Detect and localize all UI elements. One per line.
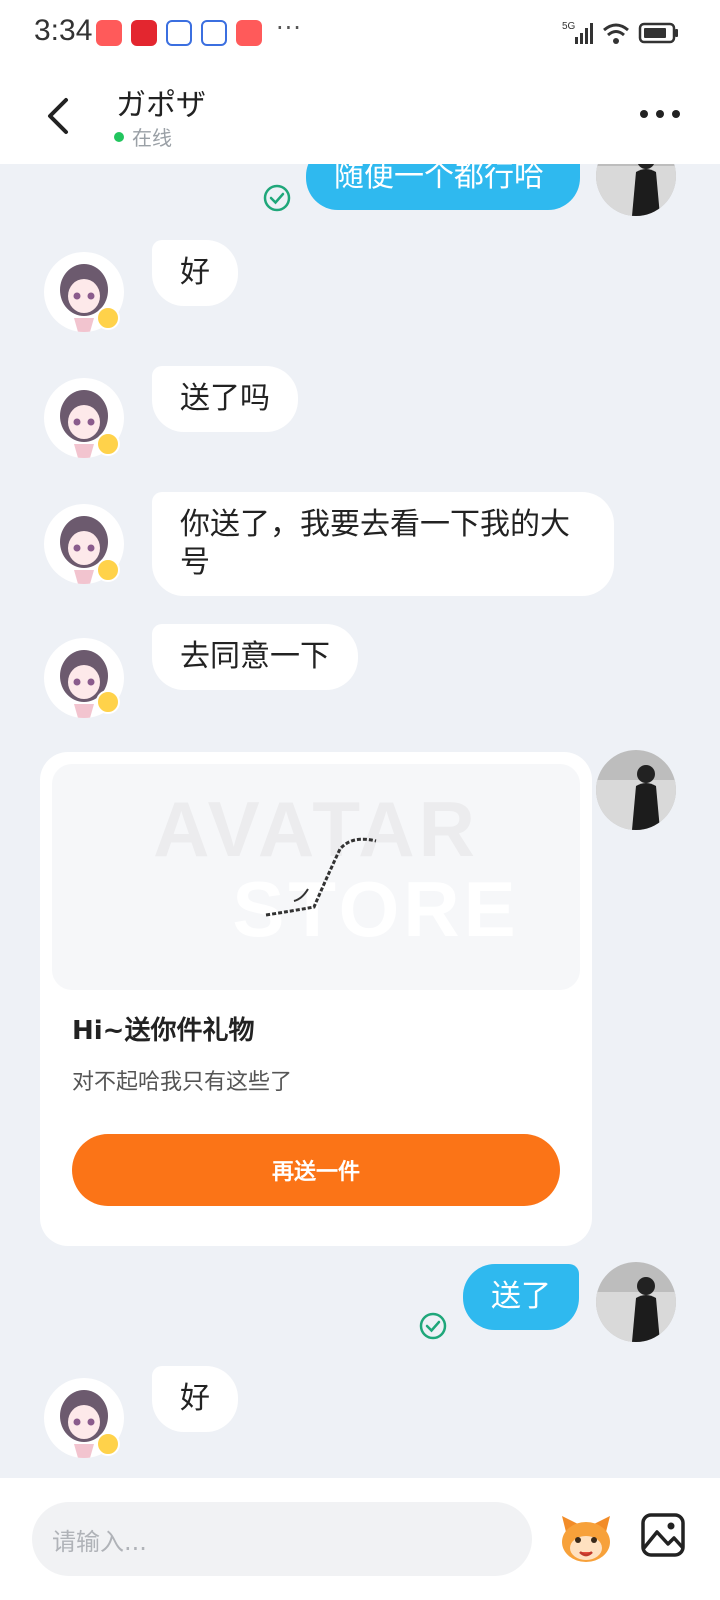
- contact-name[interactable]: ガポザ: [116, 80, 206, 124]
- message-text: 好: [180, 255, 210, 290]
- online-status: 在线: [114, 122, 172, 151]
- gift-item-icon: [265, 837, 377, 917]
- notification-app-icon: [96, 20, 122, 46]
- avatar-photo: [596, 164, 676, 216]
- emoji-badge-icon: [96, 558, 120, 582]
- more-options-button[interactable]: [640, 102, 680, 126]
- gift-card[interactable]: AVATAR STORE Hi~送你件礼物 对不起哈我只有这些了 再送一件: [40, 752, 592, 1246]
- status-bar: 3:34 ··· 5G: [0, 0, 720, 68]
- image-icon: [641, 1513, 685, 1557]
- back-arrow-icon: [48, 98, 68, 134]
- message-text: 好: [180, 1381, 210, 1416]
- my-avatar[interactable]: [596, 164, 676, 216]
- notification-app-icon: [166, 20, 192, 46]
- message-bubble-incoming[interactable]: 好: [152, 240, 238, 306]
- read-check-icon: [419, 1312, 447, 1340]
- message-bubble-incoming[interactable]: 好: [152, 1366, 238, 1432]
- message-bubble-incoming[interactable]: 去同意一下: [152, 624, 358, 690]
- message-input[interactable]: 请输入...: [32, 1502, 532, 1576]
- message-text: 随便一个都行哈: [334, 164, 544, 194]
- read-check-icon: [263, 184, 291, 212]
- my-avatar[interactable]: [596, 750, 676, 830]
- message-bubble-outgoing[interactable]: 送了: [463, 1264, 579, 1330]
- message-text: 送了吗: [180, 381, 270, 416]
- system-status-icons: 5G: [562, 21, 678, 44]
- message-list[interactable]: 随便一个都行哈 好 送了吗 你送了，我要去看一下我的大号 去同意一下 AVATA…: [0, 164, 720, 1478]
- gift-image: AVATAR STORE: [52, 764, 580, 990]
- my-avatar[interactable]: [596, 1262, 676, 1342]
- emoji-badge-icon: [96, 306, 120, 330]
- online-dot-icon: [114, 131, 124, 142]
- online-status-label: 在线: [132, 126, 172, 150]
- message-text: 送了: [491, 1279, 551, 1314]
- notification-app-icon: [131, 20, 157, 46]
- status-more: ···: [276, 14, 302, 42]
- network-type: 5G: [562, 21, 576, 32]
- gift-subtitle: 对不起哈我只有这些了: [72, 1070, 293, 1095]
- back-button[interactable]: [40, 92, 80, 140]
- more-icon: [640, 110, 648, 118]
- gift-title: Hi~送你件礼物: [72, 1016, 255, 1046]
- status-time: 3:34: [34, 14, 93, 47]
- send-another-gift-button[interactable]: 再送一件: [72, 1134, 560, 1206]
- emoji-badge-icon: [96, 432, 120, 456]
- input-bar: 请输入...: [0, 1478, 720, 1600]
- avatar-photo: [596, 1262, 676, 1342]
- message-bubble-outgoing[interactable]: 随便一个都行哈: [306, 164, 580, 210]
- emoji-badge-icon: [96, 690, 120, 714]
- message-bubble-incoming[interactable]: 你送了，我要去看一下我的大号: [152, 492, 614, 596]
- notification-app-icon: [236, 20, 262, 46]
- message-text: 去同意一下: [180, 639, 330, 674]
- emoji-button[interactable]: [556, 1508, 616, 1568]
- emoji-mascot-icon: [562, 1516, 610, 1562]
- message-bubble-incoming[interactable]: 送了吗: [152, 366, 298, 432]
- emoji-badge-icon: [96, 1432, 120, 1456]
- image-picker-button[interactable]: [640, 1512, 686, 1558]
- message-text: 你送了，我要去看一下我的大号: [180, 507, 570, 580]
- notification-app-icon: [201, 20, 227, 46]
- avatar-photo: [596, 750, 676, 830]
- chat-header: ガポザ 在线: [0, 68, 720, 164]
